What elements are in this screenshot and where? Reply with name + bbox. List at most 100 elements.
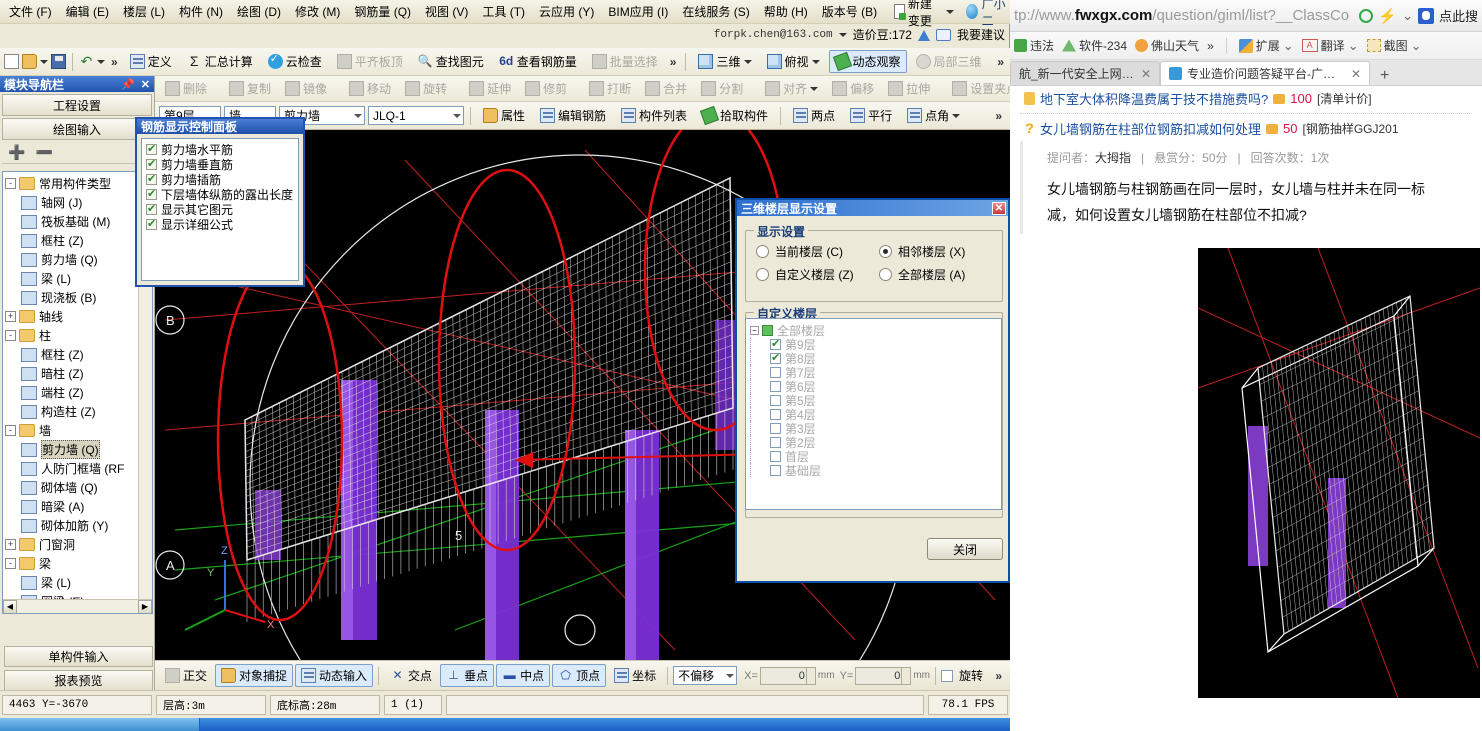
chevron-down-icon[interactable] xyxy=(952,113,961,118)
summary-calc-button[interactable]: Σ 汇总计算 xyxy=(181,50,259,73)
tab-ggj-qa[interactable]: 专业造价问题答疑平台-广联达朋 ✕ xyxy=(1160,61,1370,85)
open-file-icon[interactable] xyxy=(22,54,37,69)
x-spinner[interactable] xyxy=(805,667,815,684)
radio-current-floor[interactable]: 当前楼层 (C) xyxy=(756,243,861,260)
rebar-display-option[interactable]: 剪力墙垂直筋 xyxy=(146,157,294,172)
tree-folder[interactable]: -梁 xyxy=(5,554,152,573)
rotate-checkbox[interactable] xyxy=(941,669,953,682)
view-rebar-button[interactable]: 6d 查看钢筋量 xyxy=(493,50,583,73)
menu-tools[interactable]: 工具 (T) xyxy=(475,0,532,23)
menu-bim-app[interactable]: BIM应用 (I) xyxy=(601,0,675,23)
view-top-button[interactable]: 俯视 xyxy=(761,50,826,73)
vertex-snap[interactable]: ⬠ 顶点 xyxy=(552,664,607,687)
tree-folder[interactable]: + 轴线 xyxy=(5,307,152,326)
checkbox-icon[interactable] xyxy=(146,142,157,155)
bell-icon[interactable] xyxy=(917,30,930,41)
chevron-down-icon[interactable] xyxy=(726,673,735,678)
tree-folder[interactable]: - 常用构件类型 xyxy=(5,174,152,193)
dynamic-observe-button[interactable]: 动态观察 xyxy=(828,50,907,73)
tree-item[interactable]: 剪力墙 (Q) xyxy=(5,250,152,269)
two-point-button[interactable]: 两点 xyxy=(787,104,841,127)
question-list-item-2[interactable]: ? 女儿墙钢筋在柱部位钢筋扣减如何处理 50 [钢筋抽样GGJ201 xyxy=(1010,116,1482,141)
tree-item[interactable]: 框柱 (Z) xyxy=(5,345,152,364)
collapse-icon[interactable]: - xyxy=(5,330,16,341)
lightning-icon[interactable]: ⚡ xyxy=(1378,7,1397,25)
checkbox-icon[interactable] xyxy=(146,172,157,185)
toolbar-overflow-icon-3[interactable]: » xyxy=(994,55,1010,69)
chevron-down-icon[interactable]: ⌄ xyxy=(1348,38,1359,54)
collapse-icon[interactable]: - xyxy=(5,558,16,569)
intersection-snap[interactable]: ✕ 交点 xyxy=(384,664,438,687)
tree-item[interactable]: 现浇板 (B) xyxy=(5,288,152,307)
y-spinner[interactable] xyxy=(901,667,911,684)
tree-item[interactable]: 端柱 (Z) xyxy=(5,383,152,402)
suggestion-icon[interactable] xyxy=(935,28,951,41)
address-field[interactable]: tp://www.fwxgx.com/question/giml/list?__… xyxy=(1014,7,1354,24)
tree-item[interactable]: 人防门框墙 (RF xyxy=(5,459,152,478)
checkbox-icon[interactable] xyxy=(770,380,781,392)
expand-icon[interactable]: + xyxy=(5,311,16,322)
chevron-down-icon[interactable]: ⌄ xyxy=(1411,38,1422,54)
nav-section-drawing-input[interactable]: 绘图输入 xyxy=(2,118,152,140)
menu-help[interactable]: 帮助 (H) xyxy=(757,0,815,23)
checkbox-icon[interactable] xyxy=(770,394,781,406)
object-snap-toggle[interactable]: 对象捕捉 xyxy=(215,664,294,687)
checkbox-icon[interactable] xyxy=(770,337,781,350)
perpendicular-snap[interactable]: ⊥ 垂点 xyxy=(440,664,495,687)
chevron-down-icon[interactable] xyxy=(743,59,752,64)
menu-modify[interactable]: 修改 (M) xyxy=(288,0,347,23)
parallel-button[interactable]: 平行 xyxy=(844,104,898,127)
menu-draw[interactable]: 绘图 (D) xyxy=(230,0,288,23)
component-list-button[interactable]: 构件列表 xyxy=(615,104,693,127)
menu-cloud-app[interactable]: 云应用 (Y) xyxy=(532,0,601,23)
chevron-down-icon[interactable] xyxy=(945,9,954,14)
ortho-toggle[interactable]: 正交 xyxy=(159,664,213,687)
menu-file[interactable]: 文件 (F) xyxy=(2,0,59,23)
more-bookmarks-icon[interactable]: » xyxy=(1207,39,1214,53)
tab-navigation[interactable]: 航_新一代安全上网导航 ✕ xyxy=(1010,61,1160,85)
tree-item[interactable]: 筏板基础 (M) xyxy=(5,212,152,231)
offset-mode-selector[interactable]: 不偏移 xyxy=(673,666,738,685)
expand-icon[interactable]: + xyxy=(5,539,16,550)
rebar-display-option[interactable]: 显示详细公式 xyxy=(146,217,294,232)
find-element-button[interactable]: 🔍 查找图元 xyxy=(412,50,490,73)
chevron-down-icon[interactable]: ⌄ xyxy=(1283,38,1294,54)
close-icon[interactable]: ✕ xyxy=(141,78,150,91)
radio-adjacent-floor[interactable]: 相邻楼层 (X) xyxy=(879,243,984,260)
coordinate-snap[interactable]: 坐标 xyxy=(608,664,662,687)
menu-rebar-quantity[interactable]: 钢筋量 (Q) xyxy=(347,0,418,23)
chevron-down-icon[interactable] xyxy=(453,113,461,118)
bookmark-weather[interactable]: 佛山天气 xyxy=(1135,37,1199,54)
question-title[interactable]: 女儿墙钢筋在柱部位钢筋扣减如何处理 xyxy=(1040,119,1261,138)
asker-name[interactable]: 大拇指 xyxy=(1095,151,1131,165)
checkbox-icon[interactable] xyxy=(146,217,157,230)
dynamic-input-toggle[interactable]: 动态输入 xyxy=(295,664,374,687)
checkbox-icon[interactable] xyxy=(146,157,157,170)
bookmark-weifa[interactable]: 违法 xyxy=(1014,37,1054,54)
floor-checkbox-list[interactable]: − 全部楼层 第9层第8层第7层第6层第5层第4层第3层第2层首层基础层 xyxy=(745,318,1002,510)
chevron-down-icon[interactable] xyxy=(838,32,847,37)
cloud-check-button[interactable]: 云检查 xyxy=(262,50,328,73)
root-checkbox[interactable] xyxy=(762,324,773,336)
save-icon[interactable] xyxy=(51,54,66,69)
taskbar-item[interactable] xyxy=(0,718,200,731)
search-here-label[interactable]: 点此搜 xyxy=(1439,6,1478,25)
checkbox-icon[interactable] xyxy=(770,436,781,448)
floor-list-item[interactable]: 基础层 xyxy=(750,463,1001,478)
toolbar-overflow-icon-5[interactable]: » xyxy=(992,109,1010,123)
chevron-down-icon[interactable] xyxy=(811,59,820,64)
tree-folder[interactable]: -柱 xyxy=(5,326,152,345)
radio-custom-floor[interactable]: 自定义楼层 (Z) xyxy=(756,266,861,283)
rebar-display-option[interactable]: 显示其它图元 xyxy=(146,202,294,217)
new-file-icon[interactable] xyxy=(4,54,19,69)
checkbox-icon[interactable] xyxy=(770,464,781,476)
bookmark-software[interactable]: 软件-234 xyxy=(1062,37,1127,54)
close-icon[interactable]: ✕ xyxy=(1351,67,1361,81)
rebar-display-option[interactable]: 剪力墙水平筋 xyxy=(146,142,294,157)
screenshot-button[interactable]: 截图 ⌄ xyxy=(1366,37,1422,54)
menu-version[interactable]: 版本号 (B) xyxy=(815,0,884,23)
translate-button[interactable]: A 翻译 ⌄ xyxy=(1301,37,1359,54)
rebar-display-option[interactable]: 剪力墙插筋 xyxy=(146,172,294,187)
suggestion-label[interactable]: 我要建议 xyxy=(957,26,1005,43)
scroll-left-arrow[interactable]: ◀ xyxy=(3,600,17,613)
